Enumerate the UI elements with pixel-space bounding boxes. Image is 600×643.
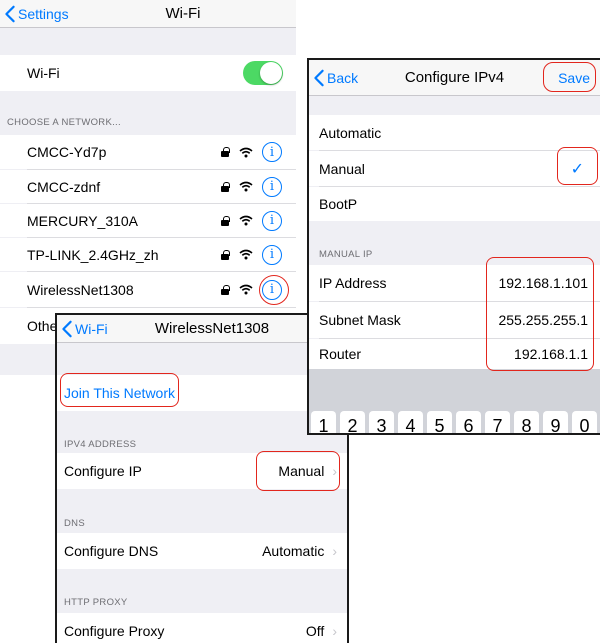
option-bootp[interactable]: BootP xyxy=(309,187,600,221)
network-name: CMCC-zdnf xyxy=(27,178,101,195)
network-navbar: Wi-Fi WirelessNet1308 xyxy=(57,315,347,343)
info-icon[interactable]: i xyxy=(262,142,282,162)
configure-dns-row[interactable]: Configure DNS Automatic › xyxy=(57,533,347,569)
chevron-left-icon xyxy=(5,5,15,22)
option-manual[interactable]: Manual ✓ xyxy=(309,151,600,186)
ip-address-row[interactable]: IP Address 192.168.1.101 xyxy=(309,265,600,301)
network-row-wirelessnet1308[interactable]: WirelessNet1308 i xyxy=(0,272,296,307)
network-row-mercury[interactable]: MERCURY_310A i xyxy=(0,204,296,237)
settings-back-button[interactable]: Settings xyxy=(4,0,69,27)
subnet-mask-value[interactable]: 255.255.255.1 xyxy=(498,312,588,328)
configure-dns-label: Configure DNS xyxy=(64,543,159,559)
key-6[interactable]: 6 xyxy=(456,411,481,433)
key-7[interactable]: 7 xyxy=(485,411,510,433)
configure-proxy-row[interactable]: Configure Proxy Off › xyxy=(57,613,347,643)
checkmark-icon: ✓ xyxy=(570,160,584,178)
info-icon[interactable]: i xyxy=(262,279,282,300)
key-4[interactable]: 4 xyxy=(398,411,423,433)
configure-proxy-label: Configure Proxy xyxy=(64,623,165,639)
configure-ip-row[interactable]: Configure IP Manual › xyxy=(57,453,347,489)
lock-icon xyxy=(221,147,230,157)
ip-address-value[interactable]: 192.168.1.101 xyxy=(498,275,588,291)
settings-back-label: Settings xyxy=(18,5,69,22)
lock-icon xyxy=(221,249,230,260)
key-1[interactable]: 1 xyxy=(311,411,336,433)
network-row-tp-link[interactable]: TP-LINK_2.4GHz_zh i xyxy=(0,238,296,271)
lock-icon xyxy=(221,284,230,295)
option-automatic[interactable]: Automatic xyxy=(309,115,600,150)
wifi-signal-icon xyxy=(239,147,253,157)
configure-dns-value: Automatic xyxy=(262,543,325,559)
chevron-right-icon: › xyxy=(332,463,337,479)
chevron-left-icon xyxy=(62,320,72,337)
wifi-back-button[interactable]: Wi-Fi xyxy=(61,315,108,342)
network-name: MERCURY_310A xyxy=(27,212,139,229)
key-5[interactable]: 5 xyxy=(427,411,452,433)
dns-header: DNS xyxy=(64,518,85,529)
wifi-navbar: Settings Wi-Fi xyxy=(0,0,296,28)
info-icon[interactable]: i xyxy=(262,210,282,231)
ipv4-navbar: Back Configure IPv4 Save xyxy=(309,60,600,96)
network-name: WirelessNet1308 xyxy=(27,281,134,298)
network-name: TP-LINK_2.4GHz_zh xyxy=(27,246,159,263)
key-2[interactable]: 2 xyxy=(340,411,365,433)
key-3[interactable]: 3 xyxy=(369,411,394,433)
chevron-right-icon: › xyxy=(332,623,337,639)
ipv4-address-header: IPV4 ADDRESS xyxy=(64,439,137,450)
option-label: BootP xyxy=(319,196,358,212)
wifi-toggle-row: Wi-Fi xyxy=(0,55,296,91)
router-row[interactable]: Router 192.168.1.1 xyxy=(309,339,600,369)
wifi-signal-icon xyxy=(239,215,253,226)
chevron-left-icon xyxy=(314,69,324,86)
subnet-mask-row[interactable]: Subnet Mask 255.255.255.1 xyxy=(309,302,600,338)
option-label: Manual xyxy=(319,160,365,177)
chevron-right-icon: › xyxy=(332,543,337,559)
configure-proxy-value: Off xyxy=(305,623,325,639)
wifi-back-label: Wi-Fi xyxy=(75,320,108,337)
choose-network-header: CHOOSE A NETWORK... xyxy=(7,117,121,128)
network-name: CMCC-Yd7p xyxy=(27,144,107,160)
router-value[interactable]: 192.168.1.1 xyxy=(514,346,588,362)
wifi-signal-icon xyxy=(239,249,253,260)
network-detail-screen: Wi-Fi WirelessNet1308 Join This Network … xyxy=(55,313,349,643)
wifi-toggle[interactable] xyxy=(243,61,283,85)
manual-ip-header: MANUAL IP xyxy=(319,249,373,260)
wifi-signal-icon xyxy=(239,181,253,192)
configure-ip-label: Configure IP xyxy=(64,463,142,479)
key-0[interactable]: 0 xyxy=(572,411,597,433)
wifi-signal-icon xyxy=(239,284,253,295)
network-row-cmcc-yd7p[interactable]: CMCC-Yd7p i xyxy=(0,135,296,169)
lock-icon xyxy=(221,181,230,192)
configure-ipv4-screen: Back Configure IPv4 Save Automatic Manua… xyxy=(307,58,600,435)
join-network-row[interactable]: Join This Network xyxy=(57,375,347,411)
http-proxy-header: HTTP PROXY xyxy=(64,597,128,608)
subnet-mask-label: Subnet Mask xyxy=(319,312,401,328)
join-network-button[interactable]: Join This Network xyxy=(57,385,347,401)
wifi-title: Wi-Fi xyxy=(165,5,201,22)
option-label: Automatic xyxy=(319,124,382,141)
save-button[interactable]: Save xyxy=(558,60,590,95)
lock-icon xyxy=(221,215,230,226)
wifi-label: Wi-Fi xyxy=(27,65,60,81)
numeric-keyboard: 1 2 3 4 5 6 7 8 9 0 xyxy=(309,369,600,433)
info-icon[interactable]: i xyxy=(262,244,282,265)
ipv4-title: Configure IPv4 xyxy=(404,69,505,86)
back-button[interactable]: Back xyxy=(313,60,358,95)
key-8[interactable]: 8 xyxy=(514,411,539,433)
key-9[interactable]: 9 xyxy=(543,411,568,433)
network-title: WirelessNet1308 xyxy=(154,320,270,337)
ip-address-label: IP Address xyxy=(319,275,387,291)
info-icon[interactable]: i xyxy=(262,176,282,197)
back-label: Back xyxy=(327,69,359,86)
router-label: Router xyxy=(319,346,362,362)
configure-ip-value: Manual xyxy=(278,463,325,479)
network-row-cmcc-zdnf[interactable]: CMCC-zdnf i xyxy=(0,170,296,203)
